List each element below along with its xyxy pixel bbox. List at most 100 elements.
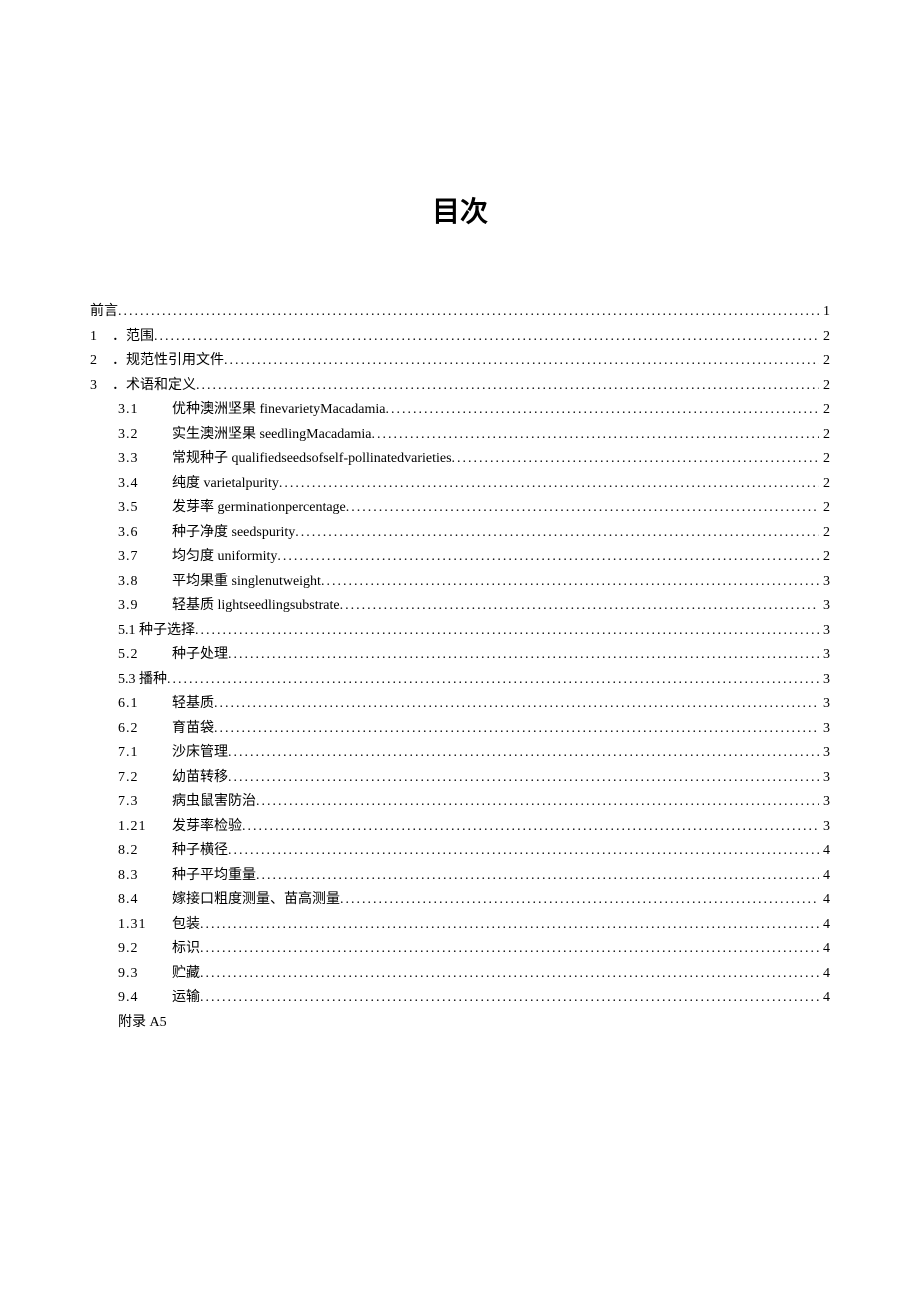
toc-number: 5.2 xyxy=(118,643,172,668)
toc-subentry: 1.21 发芽率检验 3 xyxy=(118,815,830,840)
dots-leader xyxy=(256,790,819,815)
toc-page: 2 xyxy=(819,472,830,497)
toc-text: 5.3 播种 xyxy=(118,668,167,693)
toc-page: 2 xyxy=(819,325,830,350)
toc-text: 种子净度 seedspurity xyxy=(172,521,295,546)
dots-leader xyxy=(214,692,819,717)
toc-number: 9.3 xyxy=(118,962,172,987)
toc-subentry: 3.7 均匀度 uniformity 2 xyxy=(118,545,830,570)
toc-subentry: 9.3 贮藏 4 xyxy=(118,962,830,987)
toc-text: 常规种子 qualifiedseedsofself-pollinatedvari… xyxy=(172,447,452,472)
dots-leader xyxy=(346,496,819,521)
toc-subsection-block: 3.1 优种澳洲坚果 finevarietyMacadamia 2 3.2 实生… xyxy=(90,398,830,1011)
dots-leader xyxy=(224,349,819,374)
dots-leader xyxy=(196,374,819,399)
toc-page: 4 xyxy=(819,888,830,913)
toc-subentry: 7.3 病虫鼠害防治 3 xyxy=(118,790,830,815)
toc-number: 1.21 xyxy=(118,815,172,840)
toc-subentry: 8.4 嫁接口粗度测量、苗高测量 4 xyxy=(118,888,830,913)
toc-number: 7.3 xyxy=(118,790,172,815)
toc-text: 前言 xyxy=(90,300,118,325)
toc-number: 3.1 xyxy=(118,398,172,423)
dots-leader xyxy=(228,741,819,766)
toc-number: 8.3 xyxy=(118,864,172,889)
toc-text: 运输 xyxy=(172,986,200,1011)
toc-page: 3 xyxy=(819,570,830,595)
toc-text: 发芽率检验 xyxy=(172,815,242,840)
toc-page: 2 xyxy=(819,374,830,399)
toc-text: 嫁接口粗度测量、苗高测量 xyxy=(172,888,340,913)
toc-number: 7.1 xyxy=(118,741,172,766)
toc-subentry: 1.31 包装 4 xyxy=(118,913,830,938)
toc-subentry: 6.2 育苗袋 3 xyxy=(118,717,830,742)
toc-page: 3 xyxy=(819,741,830,766)
toc-subentry: 6.1 轻基质 3 xyxy=(118,692,830,717)
toc-number: 3.8 xyxy=(118,570,172,595)
toc-number: 6.2 xyxy=(118,717,172,742)
toc-text: 种子处理 xyxy=(172,643,228,668)
document-page: 目次 前言 1 1 ．范围 2 2 ．规范性引用文件 2 3 ．术语和定义 2 … xyxy=(0,0,920,1301)
dots-leader xyxy=(228,839,819,864)
toc-number: 3.2 xyxy=(118,423,172,448)
toc-subentry: 3.2 实生澳洲坚果 seedlingMacadamia 2 xyxy=(118,423,830,448)
toc-number: 3 xyxy=(90,374,112,399)
toc-number: 7.2 xyxy=(118,766,172,791)
dots-leader xyxy=(321,570,819,595)
toc-text: 发芽率 germinationpercentage xyxy=(172,496,346,521)
toc-page: 3 xyxy=(819,619,830,644)
toc-appendix: 附录 A5 xyxy=(90,1011,830,1036)
toc-number: 9.4 xyxy=(118,986,172,1011)
toc-text: 5.1 种子选择 xyxy=(118,619,195,644)
toc-page: 4 xyxy=(819,962,830,987)
dots-leader xyxy=(200,986,819,1011)
toc-subentry: 5.1 种子选择 3 xyxy=(118,619,830,644)
toc-subentry: 7.2 幼苗转移 3 xyxy=(118,766,830,791)
toc-number: 6.1 xyxy=(118,692,172,717)
toc-text: 病虫鼠害防治 xyxy=(172,790,256,815)
toc-text: 纯度 varietalpurity xyxy=(172,472,279,497)
dots-leader xyxy=(385,398,819,423)
toc-number: 3.7 xyxy=(118,545,172,570)
toc-number: 1.31 xyxy=(118,913,172,938)
dots-leader xyxy=(256,864,819,889)
toc-text: 包装 xyxy=(172,913,200,938)
toc-subentry: 3.3 常规种子 qualifiedseedsofself-pollinated… xyxy=(118,447,830,472)
toc-subentry: 5.3 播种 3 xyxy=(118,668,830,693)
toc-text: 种子横径 xyxy=(172,839,228,864)
dots-leader xyxy=(228,766,819,791)
dots-leader xyxy=(200,937,819,962)
dots-leader xyxy=(242,815,819,840)
dots-leader xyxy=(340,594,819,619)
toc-title: 目次 xyxy=(90,190,830,230)
toc-text: 优种澳洲坚果 finevarietyMacadamia xyxy=(172,398,385,423)
toc-entry-preface: 前言 1 xyxy=(90,300,830,325)
toc-page: 1 xyxy=(819,300,830,325)
toc-number: 3.4 xyxy=(118,472,172,497)
toc-page: 2 xyxy=(819,521,830,546)
dots-leader xyxy=(200,962,819,987)
toc-subentry: 3.9 轻基质 lightseedlingsubstrate 3 xyxy=(118,594,830,619)
dots-leader xyxy=(195,619,819,644)
toc-page: 3 xyxy=(819,668,830,693)
toc-subentry: 3.8 平均果重 singlenutweight 3 xyxy=(118,570,830,595)
toc-entry-2: 2 ．规范性引用文件 2 xyxy=(90,349,830,374)
toc-number: 2 xyxy=(90,349,112,374)
toc-number: 3.3 xyxy=(118,447,172,472)
toc-subentry: 3.4 纯度 varietalpurity 2 xyxy=(118,472,830,497)
toc-page: 2 xyxy=(819,545,830,570)
toc-text: 幼苗转移 xyxy=(172,766,228,791)
toc-page: 3 xyxy=(819,717,830,742)
toc-number: 8.2 xyxy=(118,839,172,864)
toc-page: 2 xyxy=(819,423,830,448)
toc-text: 种子平均重量 xyxy=(172,864,256,889)
toc-text: ．规范性引用文件 xyxy=(112,349,224,374)
toc-page: 2 xyxy=(819,447,830,472)
toc-subentry: 3.5 发芽率 germinationpercentage 2 xyxy=(118,496,830,521)
dots-leader xyxy=(214,717,819,742)
toc-page: 4 xyxy=(819,839,830,864)
toc-text: 标识 xyxy=(172,937,200,962)
toc-text: 沙床管理 xyxy=(172,741,228,766)
toc-entry-1: 1 ．范围 2 xyxy=(90,325,830,350)
toc-page: 4 xyxy=(819,913,830,938)
toc-page: 4 xyxy=(819,864,830,889)
